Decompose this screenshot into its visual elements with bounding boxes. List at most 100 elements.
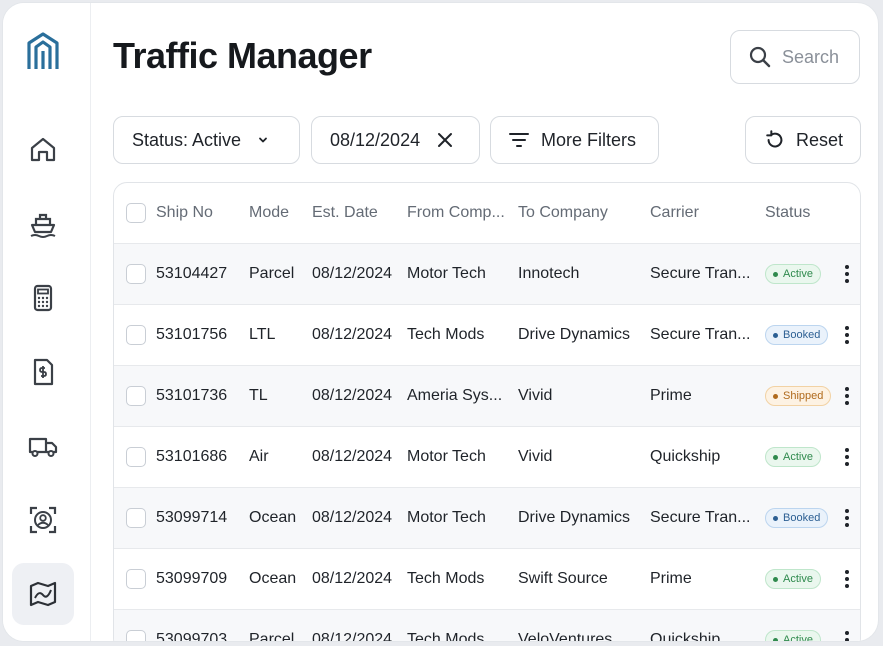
table-row[interactable]: 53099709 Ocean 08/12/2024 Tech Mods Swift So… bbox=[114, 549, 860, 610]
row-actions-button[interactable] bbox=[840, 427, 854, 487]
column-header-from-company[interactable]: From Comp... bbox=[407, 183, 505, 243]
close-icon[interactable] bbox=[436, 131, 454, 149]
status-badge: Active bbox=[765, 569, 821, 589]
sidebar bbox=[3, 3, 91, 641]
table-row[interactable]: 53101686 Air 08/12/2024 Motor Tech Vivid Quic… bbox=[114, 427, 860, 488]
row-actions-button[interactable] bbox=[840, 610, 854, 641]
shipments-table: Ship No Mode Est. Date From Comp... To C… bbox=[113, 182, 861, 642]
row-actions-button[interactable] bbox=[840, 488, 854, 548]
row-checkbox[interactable] bbox=[126, 630, 146, 641]
from-company-cell: Ameria Sys... bbox=[407, 387, 503, 404]
sidebar-item-ocean[interactable] bbox=[12, 193, 74, 255]
from-company-cell: Motor Tech bbox=[407, 448, 486, 465]
search-placeholder: Search bbox=[782, 46, 840, 67]
to-company-cell: Drive Dynamics bbox=[518, 326, 631, 343]
table-row[interactable]: 53101756 LTL 08/12/2024 Tech Mods Drive Dyna… bbox=[114, 305, 860, 366]
status-cell: Active bbox=[765, 427, 821, 487]
column-header-mode[interactable]: Mode bbox=[249, 183, 289, 243]
reset-button[interactable]: Reset bbox=[745, 116, 861, 164]
row-checkbox[interactable] bbox=[126, 325, 146, 345]
status-filter-dropdown[interactable]: Status: Active bbox=[113, 116, 300, 164]
row-checkbox[interactable] bbox=[126, 508, 146, 528]
sidebar-item-contacts[interactable] bbox=[12, 489, 74, 551]
status-badge-label: Booked bbox=[783, 329, 821, 341]
to-company-cell: VeloVentures bbox=[518, 631, 613, 642]
map-icon bbox=[29, 581, 57, 607]
mode-cell: Ocean bbox=[249, 509, 297, 526]
kebab-menu-icon bbox=[845, 387, 849, 405]
date-filter-chip[interactable]: 08/12/2024 bbox=[311, 116, 480, 164]
select-all-checkbox[interactable] bbox=[126, 203, 146, 223]
ship-icon bbox=[30, 213, 56, 238]
more-filters-label: More Filters bbox=[541, 129, 637, 150]
column-header-status[interactable]: Status bbox=[765, 183, 810, 243]
calculator-icon bbox=[33, 284, 53, 312]
kebab-menu-icon bbox=[845, 631, 849, 641]
row-checkbox[interactable] bbox=[126, 447, 146, 467]
ship-no-cell: 53099714 bbox=[156, 509, 228, 526]
status-badge-label: Booked bbox=[783, 512, 821, 524]
column-header-ship-no[interactable]: Ship No bbox=[156, 183, 213, 243]
brand-logo-icon[interactable] bbox=[23, 29, 63, 73]
table-row[interactable]: 53101736 TL 08/12/2024 Ameria Sys... Vivid Pr… bbox=[114, 366, 860, 427]
search-icon bbox=[749, 46, 771, 68]
mode-cell: LTL bbox=[249, 326, 276, 343]
from-company-cell: Motor Tech bbox=[407, 265, 486, 282]
row-checkbox[interactable] bbox=[126, 386, 146, 406]
est-date-cell: 08/12/2024 bbox=[312, 631, 393, 642]
status-dot-icon bbox=[773, 576, 778, 582]
search-button[interactable]: Search bbox=[730, 30, 860, 84]
sidebar-item-map[interactable] bbox=[12, 563, 74, 625]
est-date-cell: 08/12/2024 bbox=[312, 448, 393, 465]
est-date-cell: 08/12/2024 bbox=[312, 509, 393, 526]
kebab-menu-icon bbox=[845, 326, 849, 344]
ship-no-cell: 53101756 bbox=[156, 326, 228, 343]
date-filter-value: 08/12/2024 bbox=[330, 129, 421, 150]
row-actions-button[interactable] bbox=[840, 549, 854, 609]
table-row[interactable]: 53104427 Parcel 08/12/2024 Motor Tech Innote… bbox=[114, 244, 860, 305]
row-actions-button[interactable] bbox=[840, 305, 854, 365]
table-row[interactable]: 53099703 Parcel 08/12/2024 Tech Mods VeloVen… bbox=[114, 610, 860, 642]
sidebar-item-invoices[interactable] bbox=[12, 341, 74, 403]
est-date-cell: 08/12/2024 bbox=[312, 570, 393, 587]
status-badge: Active bbox=[765, 264, 821, 284]
truck-icon bbox=[28, 437, 58, 457]
status-badge: Booked bbox=[765, 508, 829, 528]
status-dot-icon bbox=[773, 332, 778, 338]
column-header-carrier[interactable]: Carrier bbox=[650, 183, 699, 243]
to-company-cell: Innotech bbox=[518, 265, 580, 282]
sidebar-item-home[interactable] bbox=[12, 119, 74, 181]
table-row[interactable]: 53099714 Ocean 08/12/2024 Motor Tech Drive D… bbox=[114, 488, 860, 549]
more-filters-button[interactable]: More Filters bbox=[490, 116, 659, 164]
app-window: Traffic Manager Search Status: Active 08… bbox=[2, 2, 879, 642]
chevron-down-icon bbox=[259, 137, 267, 143]
to-company-cell: Vivid bbox=[518, 448, 553, 465]
est-date-cell: 08/12/2024 bbox=[312, 387, 393, 404]
status-badge-label: Active bbox=[783, 451, 813, 463]
status-dot-icon bbox=[773, 515, 778, 521]
sidebar-item-calculator[interactable] bbox=[12, 267, 74, 329]
sidebar-item-trucking[interactable] bbox=[12, 415, 74, 477]
carrier-cell: Prime bbox=[650, 387, 692, 404]
row-checkbox[interactable] bbox=[126, 264, 146, 284]
status-badge-label: Shipped bbox=[783, 390, 824, 402]
row-actions-button[interactable] bbox=[840, 366, 854, 426]
carrier-cell: Secure Tran... bbox=[650, 265, 751, 282]
est-date-cell: 08/12/2024 bbox=[312, 265, 393, 282]
home-icon bbox=[30, 137, 56, 162]
to-company-cell: Swift Source bbox=[518, 570, 608, 587]
mode-cell: Ocean bbox=[249, 570, 297, 587]
mode-cell: Parcel bbox=[249, 631, 295, 642]
column-header-est-date[interactable]: Est. Date bbox=[312, 183, 378, 243]
from-company-cell: Motor Tech bbox=[407, 509, 486, 526]
mode-cell: TL bbox=[249, 387, 268, 404]
status-dot-icon bbox=[773, 271, 778, 277]
status-cell: Active bbox=[765, 610, 821, 641]
row-actions-button[interactable] bbox=[840, 244, 854, 304]
mode-cell: Air bbox=[249, 448, 269, 465]
status-filter-label: Status: Active bbox=[132, 129, 242, 150]
status-badge: Booked bbox=[765, 325, 829, 345]
status-cell: Booked bbox=[765, 305, 829, 365]
column-header-to-company[interactable]: To Company bbox=[518, 183, 608, 243]
row-checkbox[interactable] bbox=[126, 569, 146, 589]
